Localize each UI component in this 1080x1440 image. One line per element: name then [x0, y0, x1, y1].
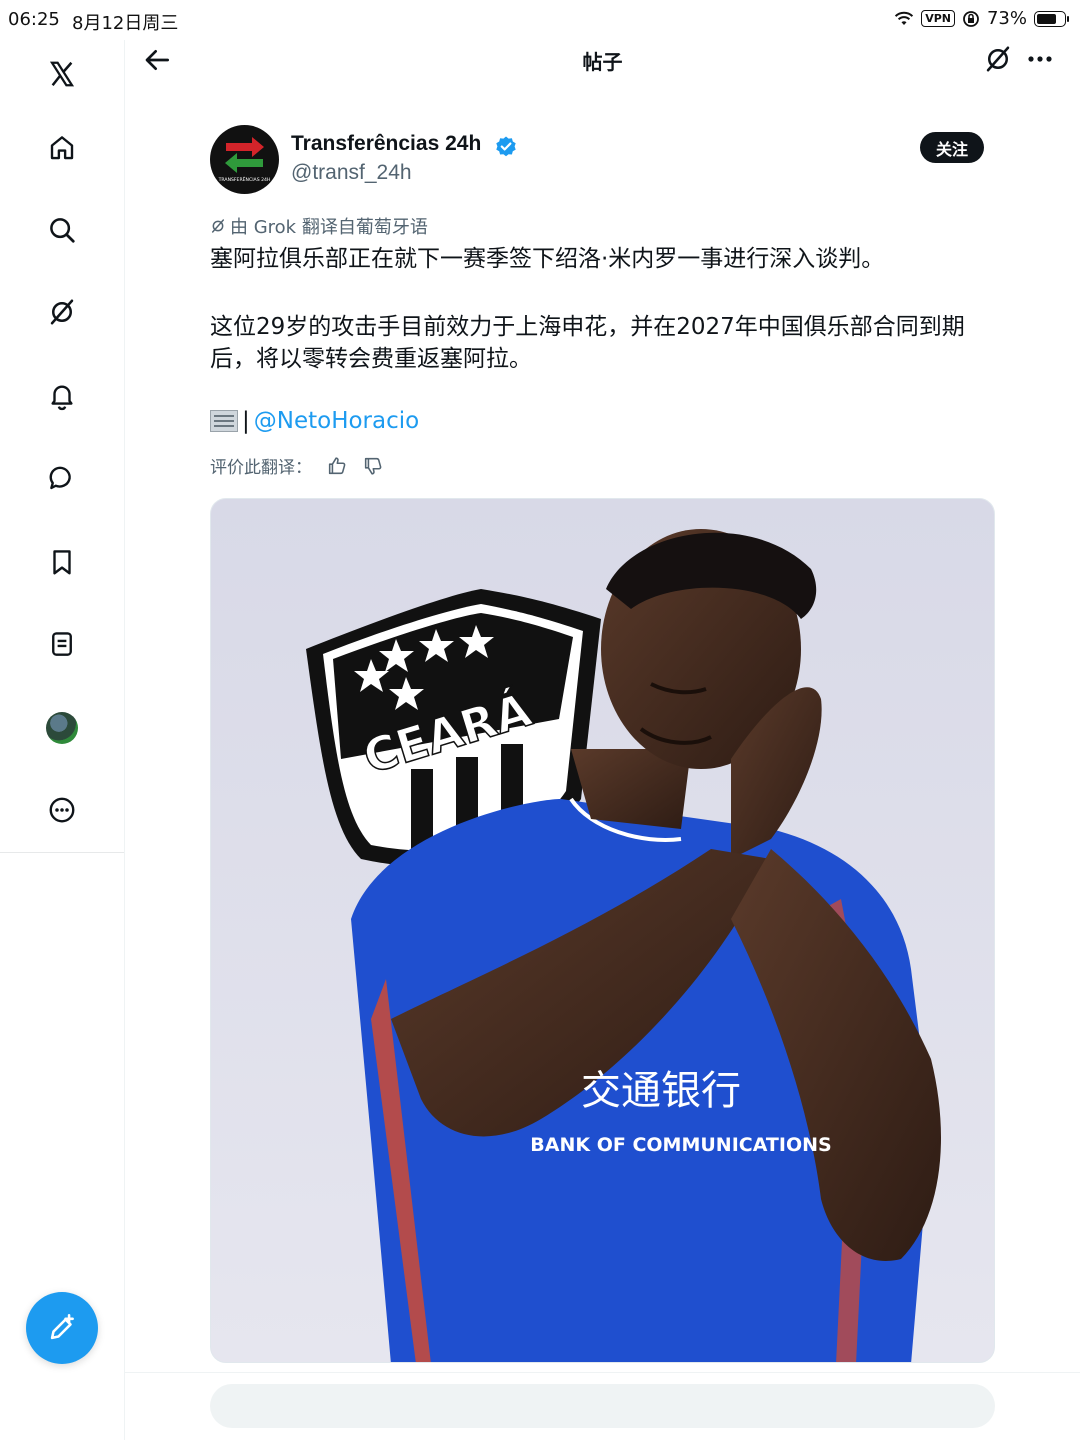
- jersey-sponsor-english: BANK OF COMMUNICATIONS: [530, 1134, 831, 1156]
- rate-translation-label: 评价此翻译：: [210, 458, 312, 478]
- author-name[interactable]: Transferências 24h: [291, 132, 481, 156]
- page-title: 帖子: [582, 50, 623, 74]
- post-text-paragraph-2: 这位29岁的攻击手目前效力于上海申花，并在2027年中国俱乐部合同到期后，将以零…: [210, 314, 965, 372]
- thumbs-down-icon[interactable]: [362, 455, 384, 477]
- battery-fill: [1037, 13, 1056, 24]
- sidebar-item-home[interactable]: [42, 128, 82, 168]
- more-options-icon[interactable]: [1023, 44, 1057, 74]
- status-indicators: VPN 73%: [894, 8, 1069, 29]
- profile-avatar: [46, 712, 78, 744]
- post-media-image[interactable]: CEARÁ 交通银行 BANK OF COMMUNICATIONS: [210, 498, 995, 1363]
- rail-divider: [0, 852, 124, 853]
- sidebar-item-grok[interactable]: [42, 292, 82, 332]
- sidebar-item-messages[interactable]: [42, 458, 82, 498]
- sidebar-item-search[interactable]: [42, 210, 82, 250]
- vpn-badge: VPN: [921, 10, 955, 27]
- wifi-icon: [895, 11, 914, 25]
- follow-button[interactable]: 关注: [920, 132, 984, 163]
- sidebar-item-more[interactable]: [42, 790, 82, 830]
- lists-icon: [52, 632, 72, 656]
- avatar-text: TRANSFERÊNCIAS 24H: [218, 175, 271, 183]
- status-time: 06:25: [8, 9, 60, 30]
- thumbs-up-icon[interactable]: [326, 455, 348, 477]
- reply-divider: [125, 1372, 1080, 1373]
- author-handle[interactable]: @transf_24h: [291, 161, 412, 185]
- translation-note-text: 由 Grok 翻译自葡萄牙语: [230, 217, 428, 238]
- grok-icon[interactable]: [983, 44, 1013, 74]
- sidebar-item-notifications[interactable]: [42, 376, 82, 416]
- search-icon: [50, 218, 75, 243]
- player-photo-illustration: CEARÁ 交通银行 BANK OF COMMUNICATIONS: [211, 499, 994, 1362]
- x-logo-icon: [49, 61, 75, 87]
- grok-small-icon: [211, 219, 225, 233]
- compose-button[interactable]: [26, 1292, 98, 1364]
- rotation-lock-icon: [963, 10, 979, 27]
- rate-translation-row: 评价此翻译：: [210, 453, 384, 478]
- status-date: 8月12日周三: [72, 13, 179, 34]
- author-avatar[interactable]: TRANSFERÊNCIAS 24H: [210, 125, 279, 194]
- sidebar-rail: [0, 40, 125, 1440]
- x-logo[interactable]: [42, 54, 82, 94]
- messages-icon: [49, 466, 71, 490]
- grok-icon: [50, 299, 74, 325]
- battery-icon: [1034, 10, 1069, 27]
- bell-icon: [51, 385, 73, 411]
- newspaper-icon: [210, 410, 238, 432]
- source-separator: |: [242, 408, 250, 434]
- verified-badge-icon: [496, 136, 516, 157]
- status-bar: 06:25 8月12日周三 VPN 73%: [0, 0, 1080, 40]
- reply-input[interactable]: [210, 1384, 995, 1428]
- mention-link[interactable]: @NetoHoracio: [254, 408, 419, 434]
- source-line: | @NetoHoracio: [210, 408, 419, 434]
- sidebar-item-bookmarks[interactable]: [42, 542, 82, 582]
- compose-feather-icon: [50, 1313, 74, 1340]
- more-circle-icon: [49, 797, 75, 823]
- transfer-arrows-logo: TRANSFERÊNCIAS 24H: [218, 137, 271, 183]
- sidebar-item-lists[interactable]: [42, 624, 82, 664]
- sidebar-item-profile[interactable]: [42, 708, 82, 748]
- post-text-paragraph-1: 塞阿拉俱乐部正在就下一赛季签下绍洛·米内罗一事进行深入谈判。: [210, 246, 885, 272]
- bookmark-icon: [53, 550, 71, 575]
- translation-note[interactable]: 由 Grok 翻译自葡萄牙语: [210, 213, 428, 239]
- battery-percent: 73%: [986, 8, 1027, 29]
- jersey-sponsor-chinese: 交通银行: [581, 1068, 741, 1114]
- home-icon: [50, 136, 74, 160]
- top-nav: 帖子: [125, 40, 1080, 80]
